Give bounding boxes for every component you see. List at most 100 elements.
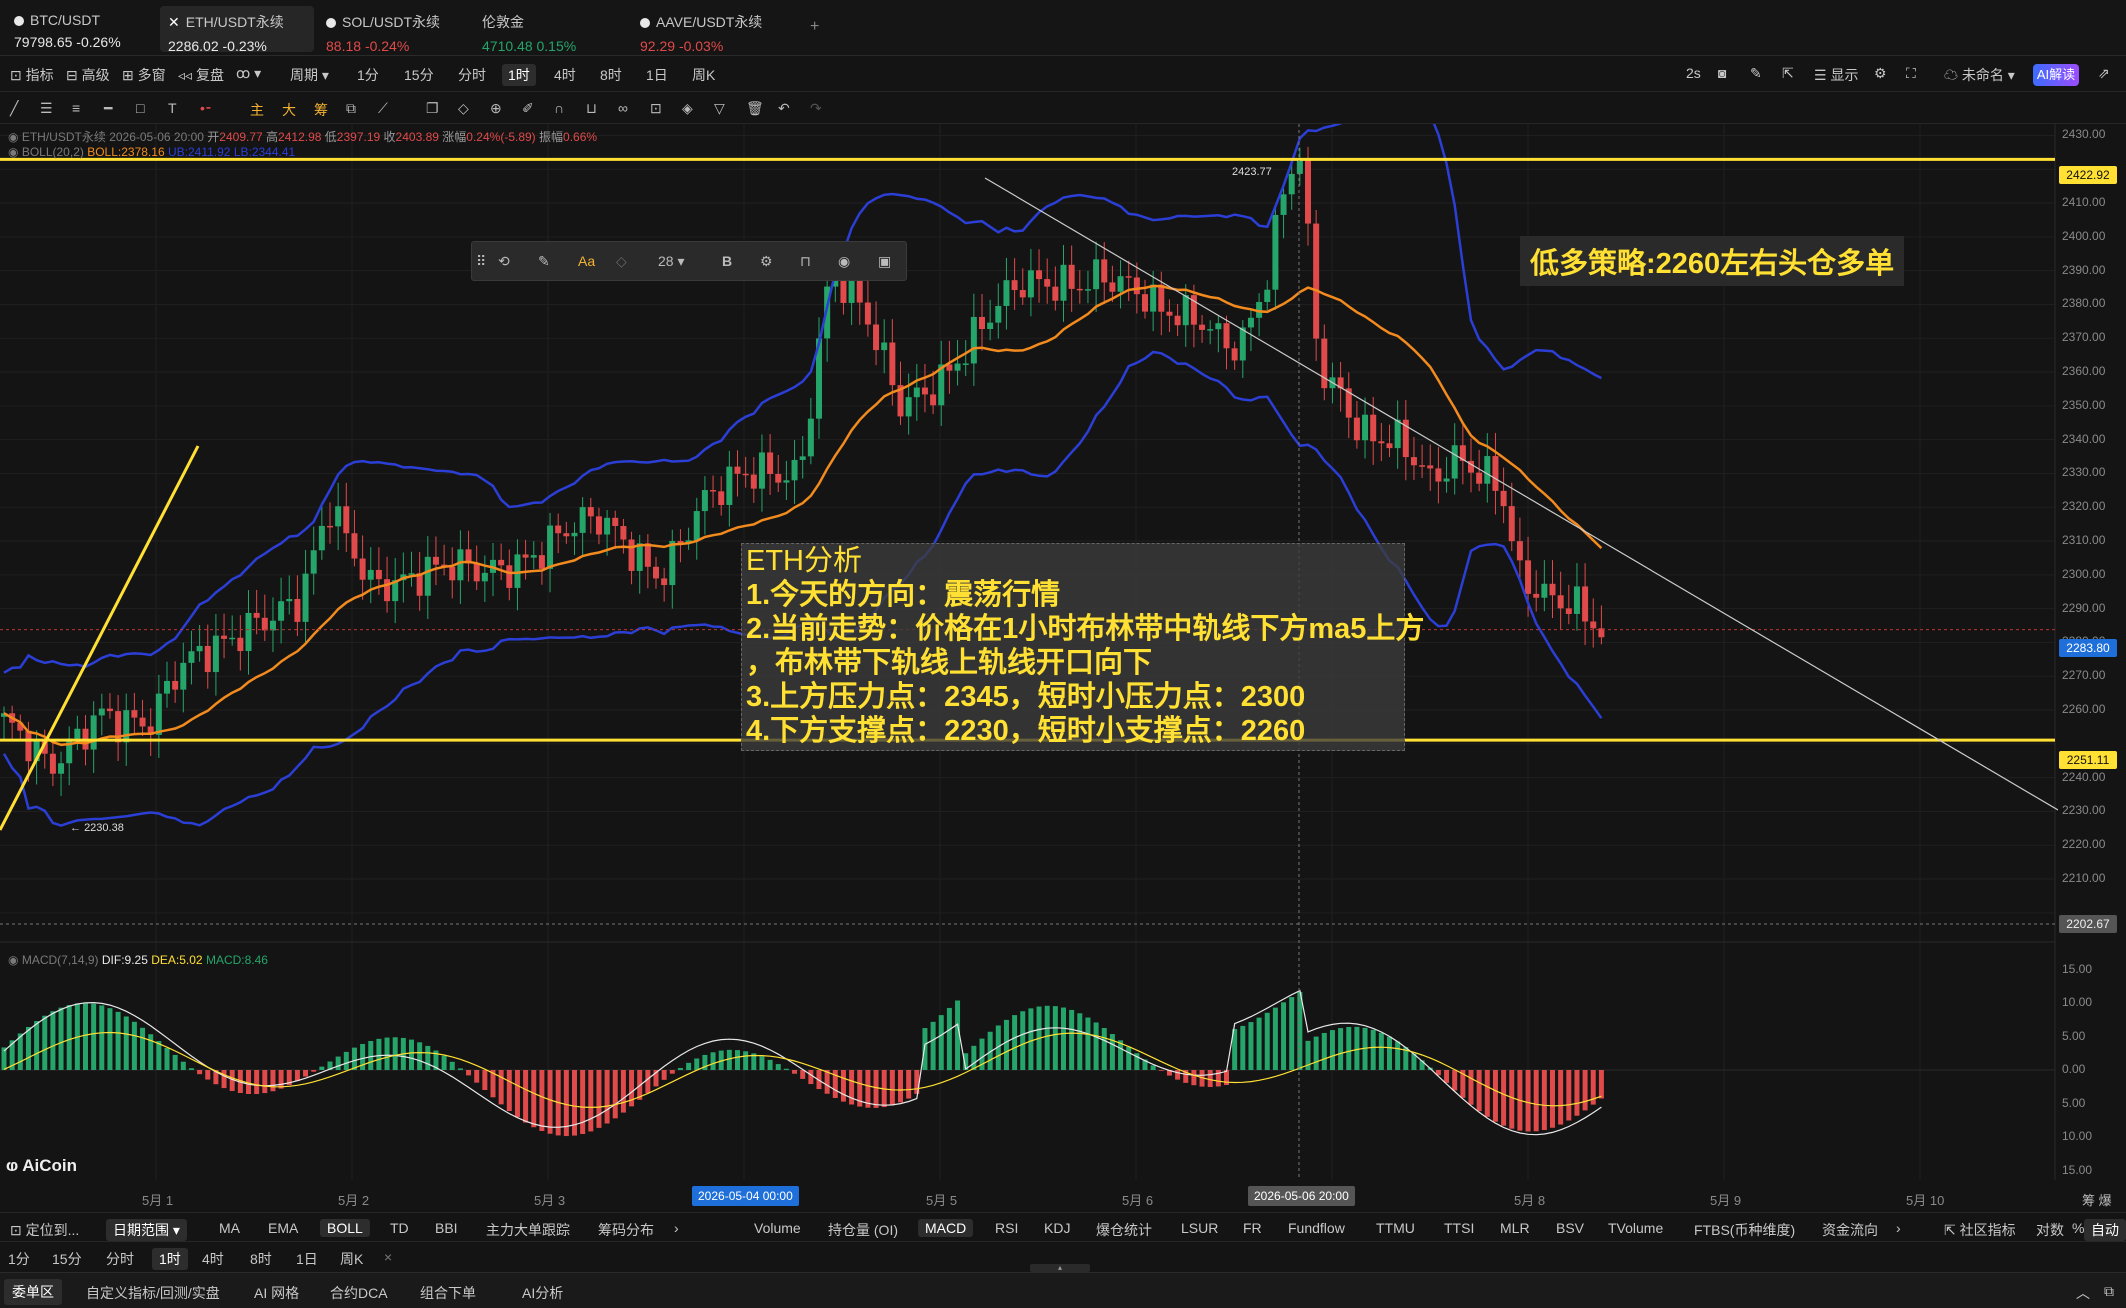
display-button[interactable]: ☰ 显示 bbox=[1814, 65, 1858, 85]
redo-icon[interactable]: ↷ bbox=[810, 100, 822, 117]
period-timeshare[interactable]: 分时 bbox=[106, 1249, 134, 1269]
tab-combo-order[interactable]: 组合下单 bbox=[420, 1283, 476, 1303]
auto-scale-toggle[interactable]: 自动 bbox=[2084, 1219, 2126, 1241]
collapse-handle[interactable]: ▴ bbox=[1030, 1264, 1090, 1272]
main-ind-td[interactable]: TD bbox=[390, 1220, 409, 1236]
sub-ind-liquidation[interactable]: 爆仓统计 bbox=[1096, 1220, 1152, 1240]
undo-icon[interactable]: ↶ bbox=[778, 100, 790, 117]
trash-icon[interactable]: ▣ bbox=[878, 253, 891, 270]
popout-icon[interactable]: ⧉ bbox=[2104, 1283, 2114, 1300]
sub-ind-volume[interactable]: Volume bbox=[754, 1220, 801, 1236]
ruler-icon[interactable]: ⟋ bbox=[378, 100, 388, 117]
date-range-dropdown[interactable]: 日期范围 ▾ bbox=[106, 1219, 187, 1241]
period-1m[interactable]: 1分 bbox=[357, 65, 379, 85]
lock-icon[interactable]: ⊔ bbox=[586, 100, 597, 117]
lock-icon[interactable]: ⊓ bbox=[800, 253, 811, 270]
edit-icon[interactable]: ✎ bbox=[538, 253, 550, 270]
tab-btc[interactable]: BTC/USDT 79798.65 -0.26% bbox=[6, 6, 156, 52]
tab-aave[interactable]: AAVE/USDT永续 92.29 -0.03% bbox=[632, 6, 792, 54]
font-size-select[interactable]: 28 ▾ bbox=[658, 253, 685, 270]
period-1h[interactable]: 1时 bbox=[502, 64, 536, 86]
locate-button[interactable]: ⊡ 定位到... bbox=[10, 1220, 79, 1240]
sub-ind-tvolume[interactable]: TVolume bbox=[1608, 1220, 1663, 1236]
period-15m[interactable]: 15分 bbox=[404, 65, 434, 85]
refresh-interval[interactable]: 2s bbox=[1686, 65, 1701, 81]
add-tab-button[interactable]: + bbox=[810, 18, 819, 36]
magnet-icon[interactable]: ∩ bbox=[554, 100, 564, 116]
big-order-icon[interactable]: 大 bbox=[282, 100, 296, 120]
main-ind-boll[interactable]: BOLL bbox=[320, 1219, 370, 1237]
sub-ind-fund-flow[interactable]: 资金流向 bbox=[1822, 1220, 1878, 1240]
sub-ind-lsur[interactable]: LSUR bbox=[1181, 1220, 1218, 1236]
replay-button[interactable]: ◃◃ 复盘 bbox=[178, 65, 224, 85]
period-15m[interactable]: 15分 bbox=[52, 1249, 82, 1269]
chevron-right-icon[interactable]: › bbox=[1896, 1220, 1901, 1236]
period-week[interactable]: 周K bbox=[340, 1249, 363, 1269]
sub-ind-fr[interactable]: FR bbox=[1243, 1220, 1262, 1236]
chart-type-button[interactable]: ꝏ ▾ bbox=[236, 65, 261, 82]
filter-icon[interactable]: ▽ bbox=[714, 100, 725, 117]
sub-ind-mlr[interactable]: MLR bbox=[1500, 1220, 1530, 1236]
fullscreen-icon[interactable]: ⛶ bbox=[1906, 65, 1916, 82]
main-ind-chip[interactable]: 筹码分布 bbox=[598, 1220, 654, 1240]
parallel-icon[interactable]: ≡ bbox=[72, 100, 80, 116]
period-1d[interactable]: 1日 bbox=[296, 1249, 318, 1269]
main-ind-main-force[interactable]: 主力大单跟踪 bbox=[486, 1220, 570, 1240]
sub-ind-kdj[interactable]: KDJ bbox=[1044, 1220, 1070, 1236]
multi-window-button[interactable]: ⊞ 多窗 bbox=[122, 65, 166, 85]
eye-icon[interactable]: ◉ bbox=[8, 953, 18, 967]
tab-ai-analysis[interactable]: AI分析 bbox=[522, 1283, 563, 1303]
text-icon[interactable]: T bbox=[168, 100, 177, 116]
chevron-up-icon[interactable]: ︿ bbox=[2076, 1283, 2090, 1303]
main-ind-ema[interactable]: EMA bbox=[268, 1220, 298, 1236]
sub-ind-macd[interactable]: MACD bbox=[918, 1219, 974, 1237]
eye-icon[interactable]: ◉ bbox=[8, 145, 18, 159]
drag-handle[interactable]: ⠿ bbox=[476, 253, 486, 270]
link-icon[interactable]: ∞ bbox=[618, 100, 628, 116]
save-icon[interactable]: ⊡ bbox=[650, 100, 662, 117]
trendline-icon[interactable]: ╱ bbox=[10, 100, 18, 117]
visibility-icon[interactable]: ◈ bbox=[682, 100, 693, 117]
main-force-icon[interactable]: 主 bbox=[250, 100, 264, 120]
main-ind-ma[interactable]: MA bbox=[219, 1220, 240, 1236]
tab-ai-grid[interactable]: AI 网格 bbox=[254, 1283, 299, 1303]
duplicate-icon[interactable]: ❐ bbox=[426, 100, 439, 117]
period-1d[interactable]: 1日 bbox=[646, 65, 668, 85]
sub-ind-fundflow[interactable]: Fundflow bbox=[1288, 1220, 1345, 1236]
layout-dropdown[interactable]: ☁ 未命名 ▾ bbox=[1944, 65, 2015, 85]
chip-explosion-toggle[interactable]: 筹 爆 bbox=[2082, 1190, 2112, 1209]
hlines-icon[interactable]: ☰ bbox=[40, 100, 53, 117]
tab-gold[interactable]: 伦敦金 4710.48 0.15% bbox=[474, 6, 624, 54]
sub-ind-bsv[interactable]: BSV bbox=[1556, 1220, 1584, 1236]
eraser-icon[interactable]: ◇ bbox=[458, 100, 469, 117]
sub-ind-ftbs[interactable]: FTBS(币种维度) bbox=[1694, 1220, 1795, 1240]
eye-icon[interactable]: ◉ bbox=[838, 253, 850, 270]
log-scale-toggle[interactable]: 对数 bbox=[2036, 1220, 2064, 1240]
close-icon[interactable]: × bbox=[384, 1249, 392, 1265]
rectangle-icon[interactable]: □ bbox=[136, 100, 144, 116]
bold-button[interactable]: B bbox=[722, 253, 732, 269]
sub-ind-oi[interactable]: 持仓量 (OI) bbox=[828, 1220, 898, 1240]
settings-icon[interactable]: ⚙ bbox=[1874, 65, 1887, 82]
sub-ind-ttmu[interactable]: TTMU bbox=[1376, 1220, 1415, 1236]
community-indicator-button[interactable]: ⇱ 社区指标 bbox=[1944, 1220, 2016, 1240]
chip-icon[interactable]: 筹 bbox=[314, 100, 328, 120]
marker-icon[interactable]: •⁃ bbox=[200, 100, 212, 117]
close-icon[interactable]: ✕ bbox=[168, 14, 180, 30]
period-8h[interactable]: 8时 bbox=[250, 1249, 272, 1269]
export-icon[interactable]: ⇱ bbox=[1782, 65, 1794, 82]
tab-contract-dca[interactable]: 合约DCA bbox=[330, 1283, 388, 1303]
settings-icon[interactable]: ⚙ bbox=[760, 253, 773, 270]
percent-scale-toggle[interactable]: % bbox=[2072, 1220, 2084, 1236]
indicator-button[interactable]: ⊡ 指标 bbox=[10, 65, 54, 85]
strategy-note[interactable]: 低多策略:2260左右头仓多单 bbox=[1520, 236, 1905, 286]
share-icon[interactable]: ⇗ bbox=[2098, 65, 2110, 82]
period-4h[interactable]: 4时 bbox=[202, 1249, 224, 1269]
camera-icon[interactable]: ◙ bbox=[1718, 65, 1726, 81]
template-icon[interactable]: ⟲ bbox=[498, 253, 510, 270]
zoom-icon[interactable]: ⊕ bbox=[490, 100, 502, 117]
text-color-icon[interactable]: Aa bbox=[578, 253, 595, 269]
period-week[interactable]: 周K bbox=[692, 65, 715, 85]
tab-custom-indicator[interactable]: 自定义指标/回测/实盘 bbox=[86, 1283, 220, 1303]
period-dropdown[interactable]: 周期 ▾ bbox=[290, 65, 329, 85]
